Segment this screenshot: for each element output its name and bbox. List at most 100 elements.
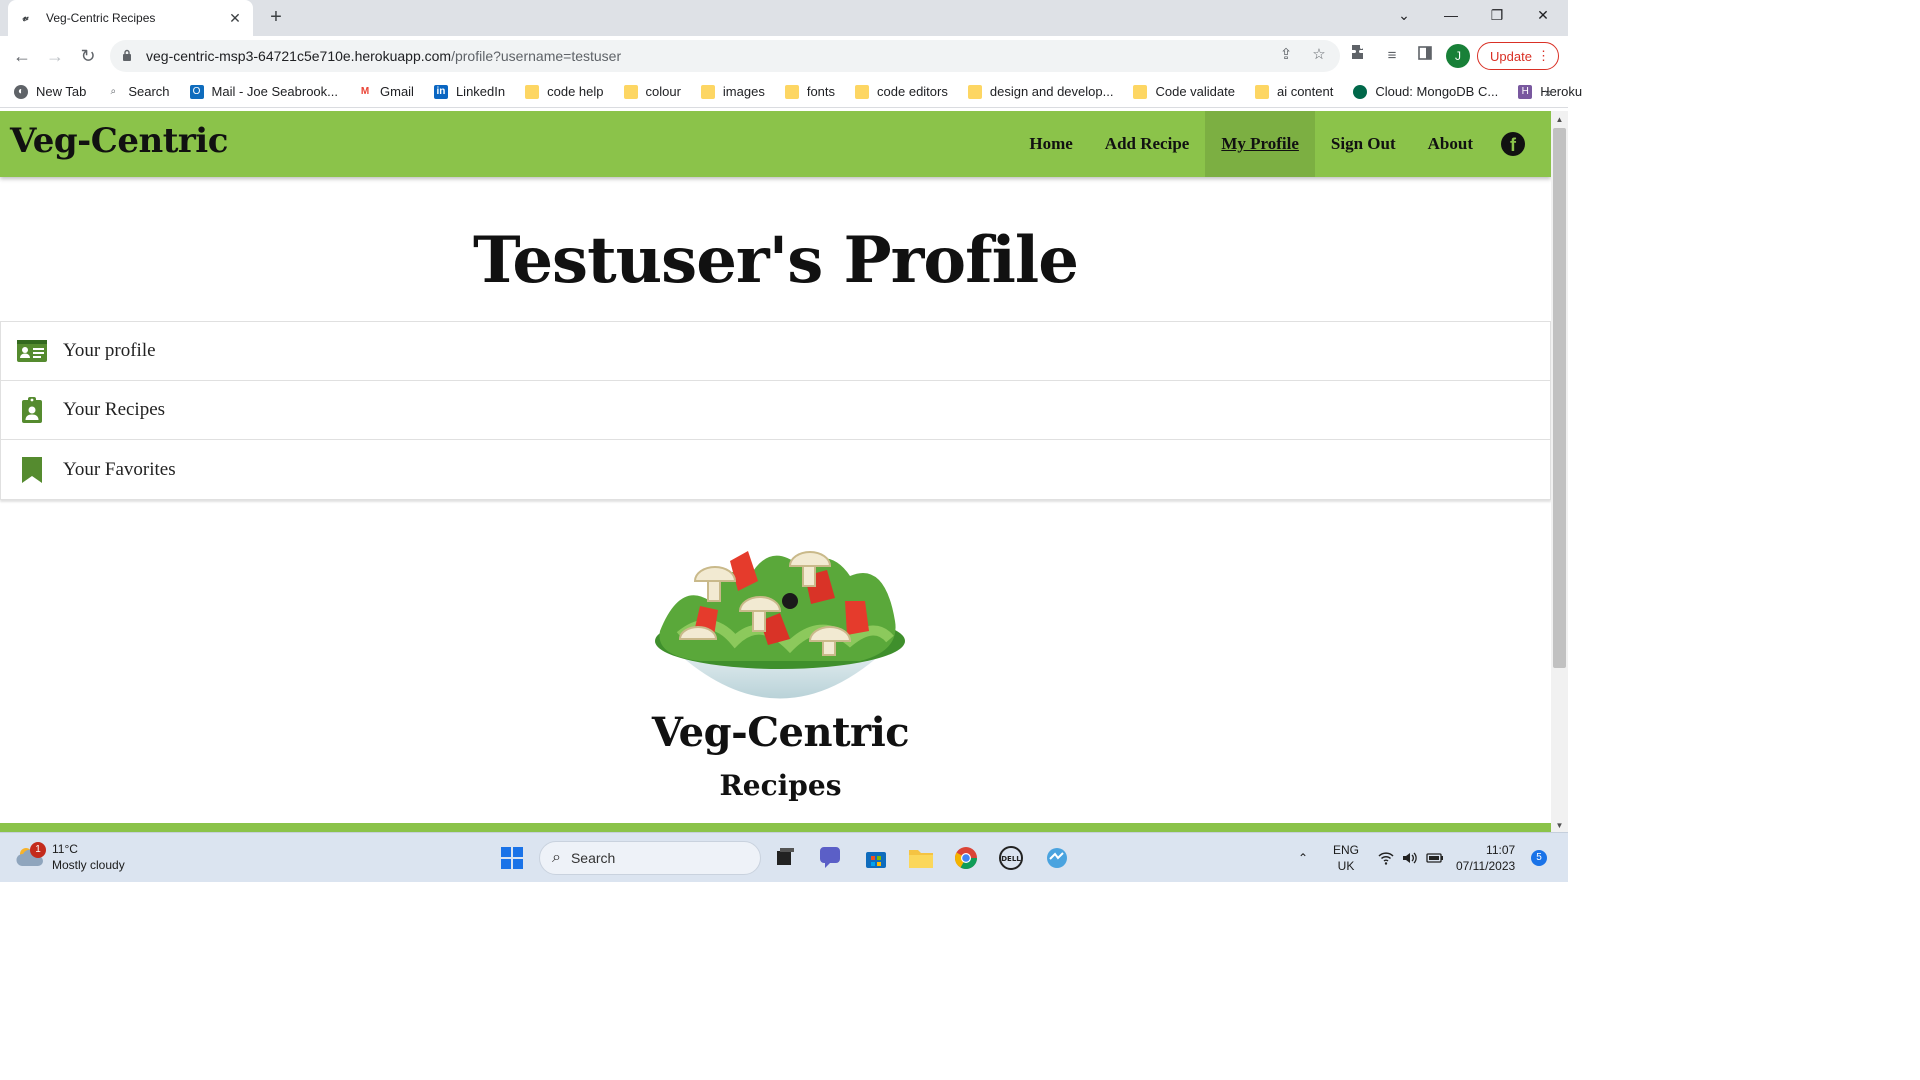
minimize-icon[interactable]: — xyxy=(1428,0,1474,32)
reload-icon[interactable]: ↻ xyxy=(76,44,100,68)
scroll-down-icon[interactable]: ▼ xyxy=(1555,821,1564,830)
notification-badge[interactable]: 5 xyxy=(1531,850,1547,866)
profile-menu: Your profile Your Recipes Your Favorites xyxy=(0,321,1551,500)
nav-my-profile[interactable]: My Profile xyxy=(1205,111,1315,177)
bookmark-new-tab[interactable]: ◐ New Tab xyxy=(14,84,86,99)
outlook-icon: O xyxy=(189,84,204,99)
scroll-thumb[interactable] xyxy=(1553,128,1566,668)
back-icon[interactable]: ← xyxy=(10,44,34,68)
lock-icon[interactable] xyxy=(122,49,136,63)
menu-your-recipes[interactable]: Your Recipes xyxy=(1,381,1550,440)
close-tab-icon[interactable]: ✕ xyxy=(227,10,243,26)
bookmark-folder-ai-content[interactable]: ai content xyxy=(1254,84,1333,99)
folder-icon xyxy=(623,84,638,99)
folder-icon xyxy=(1133,84,1148,99)
salad-bowl-image xyxy=(640,521,920,721)
update-button[interactable]: Update ⋮ xyxy=(1477,42,1559,70)
tab-search-chevron-icon[interactable]: ⌄ xyxy=(1381,0,1427,32)
input-language[interactable]: ENG UK xyxy=(1333,842,1359,874)
bookmark-folder-code-validate[interactable]: Code validate xyxy=(1133,84,1235,99)
menu-label: Your profile xyxy=(63,340,156,361)
url-host: veg-centric-msp3-64721c5e710e.herokuapp.… xyxy=(146,48,452,64)
globe-icon: ◐ xyxy=(14,84,28,99)
profile-avatar[interactable]: J xyxy=(1446,44,1470,68)
bookmark-folder-colour[interactable]: colour xyxy=(623,84,681,99)
browser-toolbar: ← → ↻ veg-centric-msp3-64721c5e710e.hero… xyxy=(0,36,1568,76)
menu-label: Your Recipes xyxy=(63,399,166,420)
restore-icon[interactable]: ❐ xyxy=(1474,0,1520,32)
new-tab-icon[interactable]: + xyxy=(264,6,288,30)
footer-strip xyxy=(0,823,1551,832)
wifi-icon[interactable] xyxy=(1378,833,1394,883)
scroll-up-icon[interactable]: ▲ xyxy=(1555,115,1564,124)
taskbar-search[interactable]: ⌕ Search xyxy=(539,841,761,875)
menu-your-favorites[interactable]: Your Favorites xyxy=(1,440,1550,499)
menu-your-profile[interactable]: Your profile xyxy=(1,322,1550,381)
bookmark-mail[interactable]: O Mail - Joe Seabrook... xyxy=(189,84,338,99)
id-card-icon xyxy=(17,337,47,365)
folder-icon xyxy=(1254,84,1269,99)
bookmark-gmail[interactable]: M Gmail xyxy=(358,84,414,99)
clock-time: 11:07 xyxy=(1486,843,1516,857)
nav-home[interactable]: Home xyxy=(1013,111,1088,177)
file-explorer-icon[interactable] xyxy=(905,842,937,874)
logo-wordmark: Veg-Centric xyxy=(651,709,910,756)
battery-icon[interactable] xyxy=(1426,833,1444,883)
chrome-icon[interactable] xyxy=(950,842,982,874)
facebook-icon[interactable]: f xyxy=(1501,132,1525,156)
share-icon[interactable]: ⇪ xyxy=(1275,44,1297,66)
heroku-icon: H xyxy=(1518,84,1533,99)
folder-icon xyxy=(784,84,799,99)
bookmark-search[interactable]: ⌕ Search xyxy=(106,84,170,99)
svg-text:DELL: DELL xyxy=(1001,855,1021,863)
bookmark-star-icon[interactable]: ☆ xyxy=(1308,44,1330,66)
page-viewport: Veg-Centric Home Add Recipe My Profile S… xyxy=(0,111,1551,832)
temperature: 11°C xyxy=(52,842,78,856)
clock-date: 07/11/2023 xyxy=(1456,859,1516,873)
tray-overflow-icon[interactable]: ⌃ xyxy=(1298,833,1308,883)
veg-icon: 𝓋 xyxy=(22,10,28,24)
site-brand[interactable]: Veg-Centric xyxy=(10,121,228,161)
volume-icon[interactable] xyxy=(1402,833,1418,883)
windows-taskbar: 1 11°C Mostly cloudy ⌕ Search DELL ⌃ ENG… xyxy=(0,832,1568,882)
folder-icon xyxy=(855,84,870,99)
bookmarks-overflow-icon[interactable]: » xyxy=(1544,84,1552,100)
teams-chat-icon[interactable] xyxy=(814,842,846,874)
cloudy-weather-icon: 1 xyxy=(16,842,46,868)
clipboard-user-icon xyxy=(17,396,47,424)
weather-widget[interactable]: 1 11°C Mostly cloudy xyxy=(16,841,125,873)
media-control-icon[interactable]: ≡ xyxy=(1380,44,1404,68)
bookmark-folder-images[interactable]: images xyxy=(700,84,765,99)
bookmark-folder-code-help[interactable]: code help xyxy=(525,84,604,99)
site-navbar: Veg-Centric Home Add Recipe My Profile S… xyxy=(0,111,1551,177)
nav-about[interactable]: About xyxy=(1412,111,1489,177)
folder-icon xyxy=(700,84,715,99)
windows-start-icon[interactable] xyxy=(496,842,528,874)
microsoft-store-icon[interactable] xyxy=(860,842,892,874)
side-panel-icon[interactable] xyxy=(1413,44,1437,68)
url-path: /profile?username=testuser xyxy=(451,48,622,64)
nav-links: Home Add Recipe My Profile Sign Out Abou… xyxy=(1013,111,1551,177)
search-icon: ⌕ xyxy=(552,849,561,866)
bookmark-folder-code-editors[interactable]: code editors xyxy=(855,84,948,99)
address-bar[interactable]: veg-centric-msp3-64721c5e710e.herokuapp.… xyxy=(110,40,1340,72)
extensions-icon[interactable] xyxy=(1347,44,1371,68)
bookmarks-bar: ◐ New Tab ⌕ Search O Mail - Joe Seabrook...… xyxy=(0,76,1582,108)
logo-subtitle: Recipes xyxy=(719,769,842,802)
bookmark-folder-design[interactable]: design and develop... xyxy=(967,84,1113,99)
system-clock[interactable]: 11:07 07/11/2023 xyxy=(1456,842,1515,874)
bookmark-linkedin[interactable]: in LinkedIn xyxy=(433,84,505,99)
weather-app-icon[interactable] xyxy=(1041,842,1073,874)
bookmark-mongodb[interactable]: Cloud: MongoDB C... xyxy=(1353,84,1498,99)
window-close-icon[interactable]: ✕ xyxy=(1520,0,1566,32)
task-view-icon[interactable] xyxy=(768,842,800,874)
forward-icon[interactable]: → xyxy=(43,44,67,68)
nav-add-recipe[interactable]: Add Recipe xyxy=(1089,111,1206,177)
browser-tab-strip: 𝓋 Veg-Centric Recipes ✕ + ⌄ — ❐ ✕ xyxy=(0,0,1568,36)
dell-icon[interactable]: DELL xyxy=(995,842,1027,874)
browser-tab[interactable]: 𝓋 Veg-Centric Recipes ✕ xyxy=(8,0,253,36)
nav-sign-out[interactable]: Sign Out xyxy=(1315,111,1412,177)
page-scrollbar[interactable]: ▲ ▼ xyxy=(1551,111,1568,832)
bookmark-folder-fonts[interactable]: fonts xyxy=(784,84,835,99)
tab-title: Veg-Centric Recipes xyxy=(46,11,156,25)
